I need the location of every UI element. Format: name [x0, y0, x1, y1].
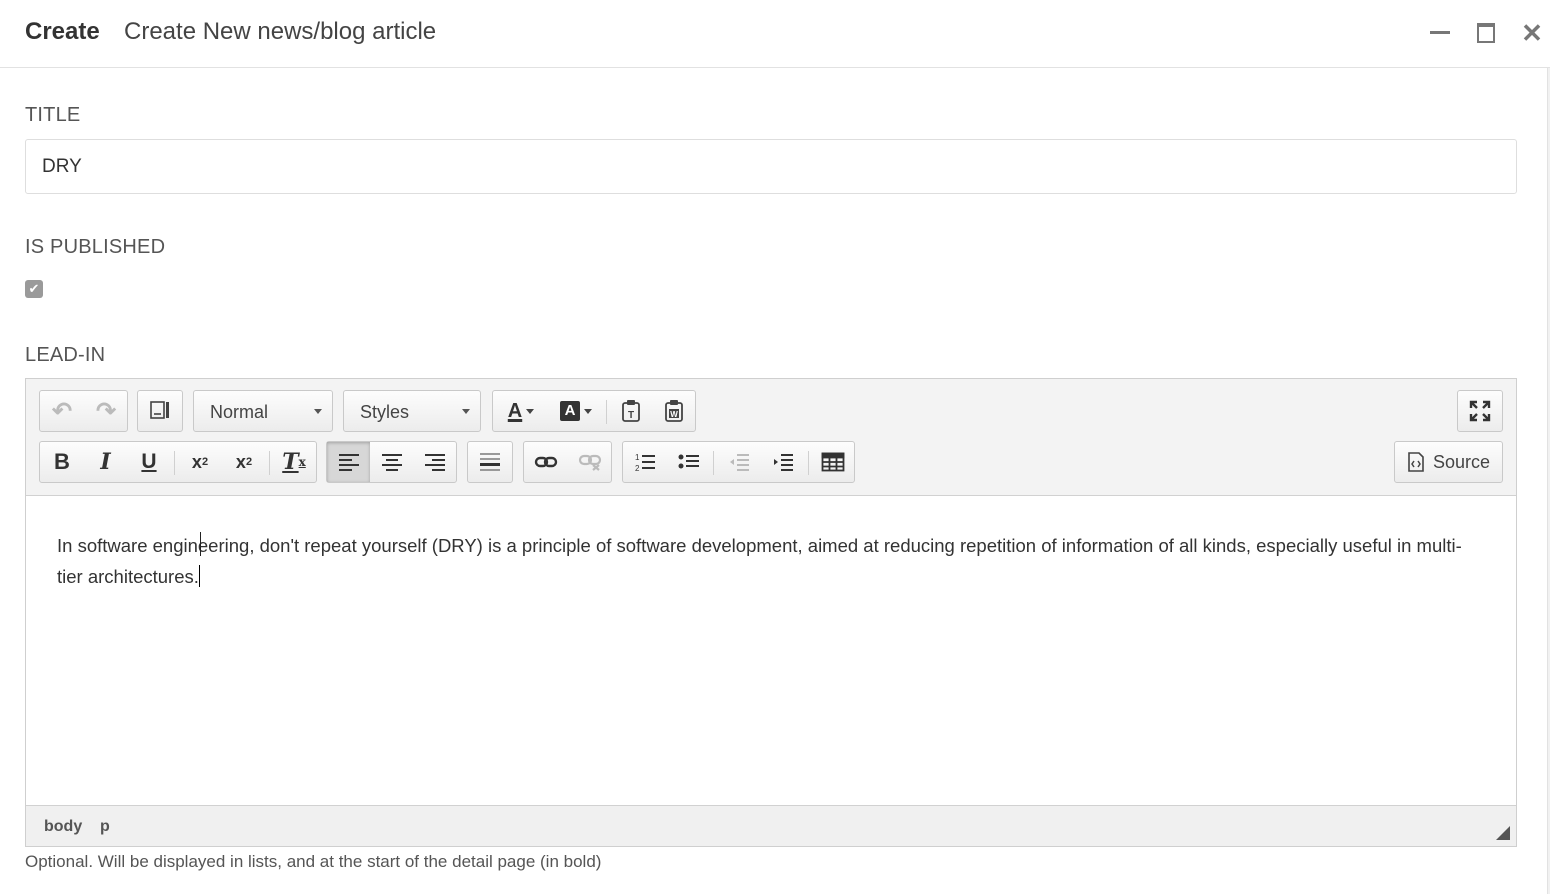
- source-icon: [1408, 452, 1424, 472]
- toolbar-separator: [713, 451, 714, 475]
- svg-text:2: 2: [635, 464, 640, 472]
- minimize-icon[interactable]: [1427, 20, 1453, 46]
- bulleted-list-icon[interactable]: [667, 442, 711, 482]
- paste-text-icon[interactable]: T: [610, 391, 652, 431]
- superscript-2: 2: [245, 456, 253, 468]
- ibeam-cursor-icon: [200, 532, 208, 556]
- templates-group: [137, 390, 183, 432]
- lead-in-label: LEAD-IN: [25, 344, 106, 366]
- subscript-2: 2: [201, 456, 209, 468]
- editor-toolbar: ↶ ↷ Normal Styles A A T W B I U x 2 x 2 …: [26, 379, 1516, 496]
- svg-text:1: 1: [635, 453, 640, 462]
- dialog-mode-label: Create: [25, 18, 100, 45]
- chevron-down-icon: [462, 409, 470, 414]
- source-group: Source: [1394, 441, 1503, 483]
- toolbar-separator: [808, 451, 809, 475]
- superscript-icon[interactable]: x2: [222, 442, 266, 482]
- maximize-icon[interactable]: [1474, 20, 1500, 46]
- bg-color-icon: A: [560, 401, 580, 421]
- remove-format-icon[interactable]: Tx: [272, 442, 316, 482]
- toolbar-separator: [606, 400, 607, 424]
- undo-redo-group: ↶ ↷: [39, 390, 128, 432]
- bg-color-button[interactable]: A: [549, 391, 603, 431]
- list-indent-table-group: 12: [622, 441, 855, 483]
- source-label: Source: [1432, 451, 1491, 472]
- maximize-editor-group: [1457, 390, 1503, 432]
- source-button[interactable]: Source: [1395, 442, 1502, 482]
- editor-paragraph: In software engineering, don't repeat yo…: [57, 535, 1462, 587]
- outdent-icon[interactable]: [717, 442, 761, 482]
- toolbar-separator: [174, 451, 175, 475]
- undo-icon[interactable]: ↶: [40, 391, 84, 431]
- link-group: [523, 441, 612, 483]
- numbered-list-icon[interactable]: 12: [623, 442, 667, 482]
- path-body[interactable]: body: [44, 818, 82, 836]
- lead-in-help-text: Optional. Will be displayed in lists, an…: [25, 852, 602, 871]
- align-left-icon[interactable]: [327, 442, 370, 482]
- is-published-label: IS PUBLISHED: [25, 236, 166, 258]
- format-combo[interactable]: Normal: [193, 390, 333, 432]
- text-color-icon: A: [507, 399, 523, 422]
- horizontal-line-icon[interactable]: [468, 442, 512, 482]
- unlink-icon[interactable]: [568, 442, 612, 482]
- dialog-header: Create Create New news/blog article ✕: [0, 0, 1550, 68]
- svg-text:W: W: [670, 410, 678, 419]
- remove-format-t: T: [282, 449, 299, 475]
- align-group: [326, 441, 457, 483]
- align-right-icon[interactable]: [413, 442, 456, 482]
- lead-in-editor: ↶ ↷ Normal Styles A A T W B I U x 2 x 2 …: [25, 378, 1517, 847]
- align-center-icon[interactable]: [370, 442, 413, 482]
- text-caret: [198, 565, 200, 587]
- editor-content[interactable]: In software engineering, don't repeat yo…: [26, 497, 1516, 805]
- italic-icon[interactable]: I: [84, 442, 127, 482]
- path-p[interactable]: p: [100, 818, 110, 836]
- toolbar-separator: [269, 451, 270, 475]
- paste-word-icon[interactable]: W: [653, 391, 695, 431]
- indent-icon[interactable]: [761, 442, 805, 482]
- styles-combo-label: Styles: [360, 402, 410, 422]
- subscript-x: x: [191, 451, 202, 472]
- format-combo-label: Normal: [210, 402, 269, 422]
- bold-icon[interactable]: B: [40, 442, 84, 482]
- resize-grip-icon[interactable]: [1496, 826, 1510, 840]
- title-input[interactable]: [25, 139, 1517, 194]
- chevron-down-icon: [314, 409, 322, 414]
- text-color-button[interactable]: A: [493, 391, 549, 431]
- remove-format-x: x: [298, 455, 306, 469]
- templates-icon[interactable]: [138, 391, 182, 431]
- basic-styles-group: B I U x2 x2 Tx: [39, 441, 317, 483]
- editor-statusbar: body p: [26, 805, 1516, 846]
- table-icon[interactable]: [811, 442, 855, 482]
- maximize-editor-icon[interactable]: [1458, 391, 1502, 431]
- redo-icon[interactable]: ↷: [84, 391, 128, 431]
- title-label: TITLE: [25, 104, 81, 126]
- chevron-down-icon: [526, 408, 535, 414]
- color-paste-group: A A T W: [492, 390, 696, 432]
- underline-icon[interactable]: U: [127, 442, 171, 482]
- dialog-title: Create New news/blog article: [124, 18, 437, 45]
- svg-text:T: T: [628, 410, 634, 421]
- close-icon[interactable]: ✕: [1519, 20, 1545, 46]
- superscript-x: x: [235, 451, 246, 472]
- link-icon[interactable]: [524, 442, 568, 482]
- styles-combo[interactable]: Styles: [343, 390, 481, 432]
- chevron-down-icon: [584, 408, 592, 414]
- hr-group: [467, 441, 513, 483]
- subscript-icon[interactable]: x2: [178, 442, 222, 482]
- is-published-checkbox[interactable]: ✔: [25, 280, 43, 298]
